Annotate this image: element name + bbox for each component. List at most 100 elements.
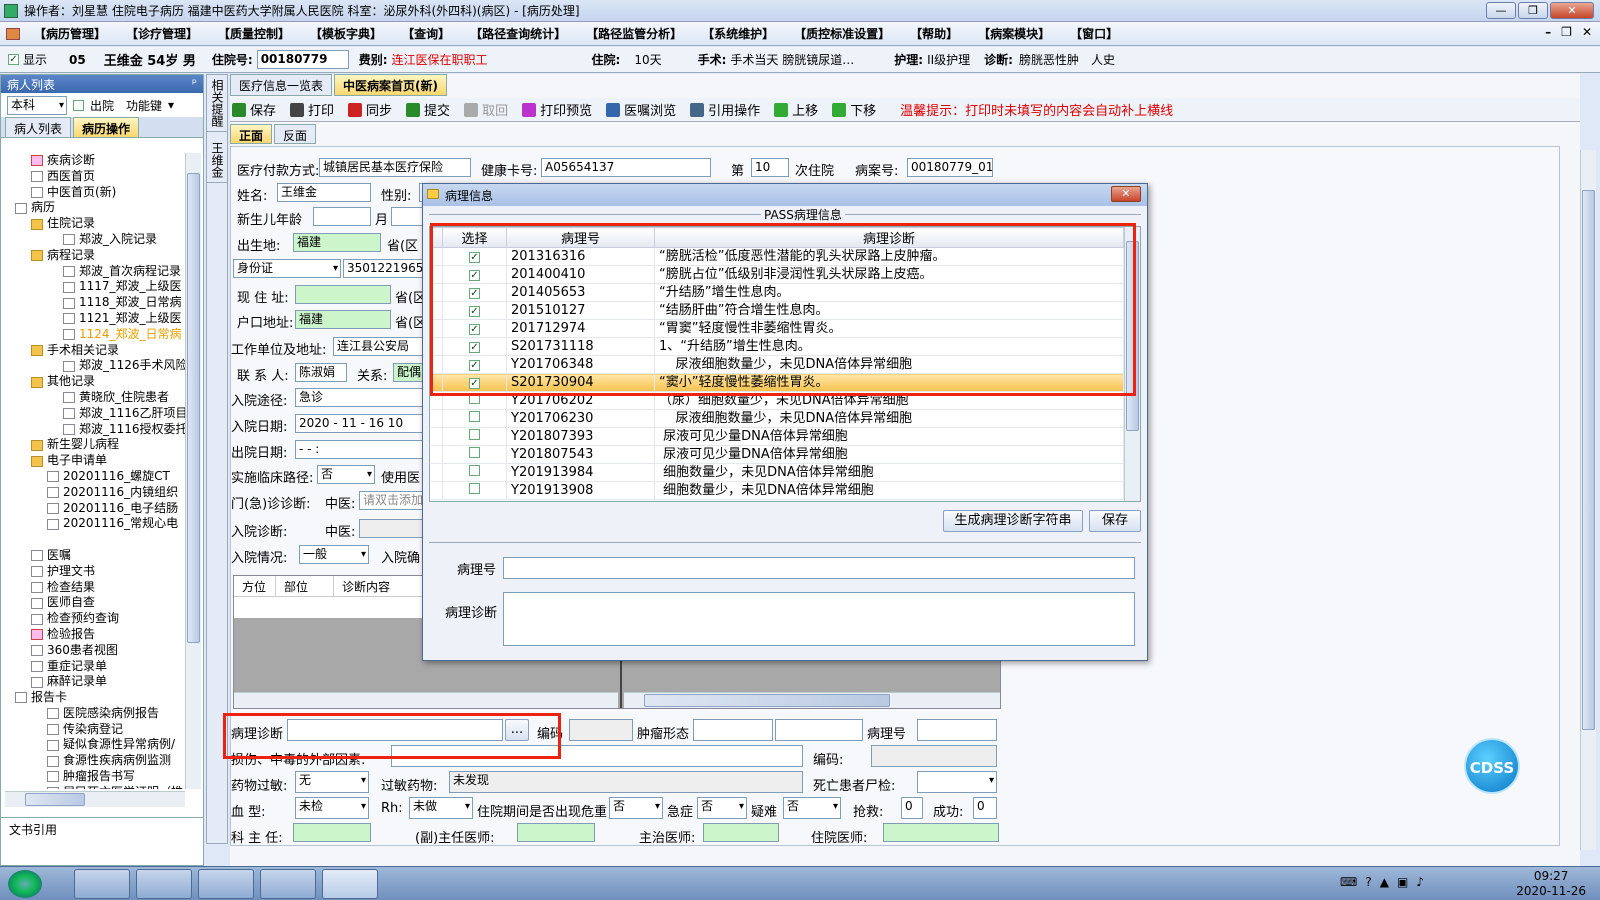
row-select-checkbox[interactable] (469, 447, 480, 458)
tree-item[interactable]: 检查预约查询 (5, 611, 187, 627)
cdss-button[interactable]: CDSS (1464, 738, 1520, 794)
tree-item[interactable]: 麻醉记录单 (5, 674, 187, 690)
tree-item[interactable]: 20201116_螺旋CT (5, 469, 187, 485)
menu-item-8[interactable]: 【质控标准设置】 (784, 25, 900, 42)
difficult-select[interactable]: 否 (783, 797, 841, 819)
menu-item-10[interactable]: 【病案模块】 (968, 25, 1060, 42)
path-dx-browse-button[interactable]: ... (505, 719, 529, 741)
table-hscroll-left[interactable] (234, 692, 618, 708)
card-field[interactable]: A05654137 (541, 158, 711, 177)
tree-item[interactable]: 20201116_电子结肠 (5, 501, 187, 517)
tree-item[interactable]: 检查结果 (5, 580, 187, 596)
tree-item[interactable]: 病历 (5, 200, 187, 216)
tree-item[interactable]: 医嘱 (5, 548, 187, 564)
tab-front[interactable]: 正面 (230, 124, 273, 144)
id-type-select[interactable]: 身份证 (233, 259, 341, 278)
table-row[interactable]: Y201913908 细胞数量少，未见DNA倍体异常细胞 (430, 481, 1124, 500)
table-row[interactable]: ✓ S201730904 “窦小”轻度慢性萎缩性胃炎。 (430, 373, 1124, 392)
tree-item[interactable]: 郑波_1116乙肝项目 (5, 406, 187, 422)
table-row[interactable]: Y201913984 细胞数量少，未见DNA倍体异常细胞 (430, 463, 1124, 482)
row-select-checkbox[interactable] (469, 429, 480, 440)
tree-item[interactable]: 新生婴儿病程 (5, 437, 187, 453)
tree-vscroll[interactable] (185, 153, 201, 789)
tree-item[interactable] (5, 532, 187, 548)
start-button[interactable] (8, 870, 42, 898)
table-row[interactable]: Y201807393 尿液可见少量DNA倍体异常细胞 (430, 427, 1124, 446)
table-row[interactable]: ✓ 201405653 “升结肠”增生性息肉。 (430, 283, 1124, 302)
taskbar-app-chart[interactable] (74, 869, 130, 899)
volume-icon[interactable]: ♪ (1416, 875, 1424, 889)
tree-item[interactable]: 1124_郑波_日常病 (5, 327, 187, 343)
menu-item-2[interactable]: 【质量控制】 (208, 25, 300, 42)
dept-select[interactable]: 本科 (7, 95, 67, 115)
tray-expand-icon[interactable]: ▲ (1380, 875, 1389, 889)
keyboard-icon[interactable]: ⌨ (1340, 875, 1357, 889)
tab-overview[interactable]: 医疗信息一览表 (230, 74, 333, 96)
danger-select[interactable]: 否 (609, 797, 663, 819)
row-select-checkbox[interactable]: ✓ (469, 324, 480, 335)
attending-field[interactable] (703, 823, 779, 842)
show-checkbox[interactable]: ✓ (8, 54, 19, 65)
tree-item[interactable]: 检验报告 (5, 627, 187, 643)
table-row[interactable]: ✓ 201316316 “膀胱活检”低度恶性潜能的乳头状尿路上皮肿瘤。 (430, 247, 1124, 266)
tree-item[interactable]: 郑波_1126手术风险 (5, 358, 187, 374)
pay-field[interactable]: 城镇居民基本医疗保险 (319, 158, 471, 177)
row-select-checkbox[interactable] (469, 483, 480, 494)
taskbar-app-folder[interactable] (198, 869, 254, 899)
menu-item-4[interactable]: 【查询】 (392, 25, 460, 42)
toolbar-button-1[interactable]: 打印 (290, 100, 334, 119)
tree-item[interactable]: 重症记录单 (5, 659, 187, 675)
contact-field[interactable]: 陈淑娟 (295, 363, 347, 382)
rh-select[interactable]: 未做 (409, 797, 473, 819)
name-field[interactable]: 王维金 (277, 183, 371, 202)
tree-item[interactable]: 360患者视图 (5, 643, 187, 659)
tab-patient-list[interactable]: 病人列表 (5, 117, 72, 137)
allergy-drug-field[interactable]: 未发现 (449, 771, 803, 793)
nth-field[interactable]: 10 (751, 158, 789, 177)
taskbar-app-database[interactable] (260, 869, 316, 899)
tree-item[interactable]: 黄晓欣_住院患者 (5, 390, 187, 406)
hukou-field[interactable]: 福建 (295, 310, 391, 329)
tree-item[interactable]: 报告卡 (5, 690, 187, 706)
table-hscroll-right[interactable] (624, 692, 1000, 708)
tab-back[interactable]: 反面 (274, 124, 317, 144)
toolbar-button-7[interactable]: 引用操作 (690, 100, 760, 119)
row-select-checkbox[interactable]: ✓ (469, 360, 480, 371)
newborn-age-field[interactable] (313, 207, 371, 226)
tree-item[interactable]: 西医首页 (5, 169, 187, 185)
dialog-close-button[interactable]: ✕ (1111, 186, 1141, 202)
allergy-select[interactable]: 无 (295, 771, 369, 793)
tree-item[interactable]: 20201116_内镜组织 (5, 485, 187, 501)
clinical-path-select[interactable]: 否 (317, 465, 375, 484)
tree-item[interactable]: 住院记录 (5, 216, 187, 232)
tree-hscroll[interactable] (5, 791, 185, 807)
menu-item-1[interactable]: 【诊疗管理】 (116, 25, 208, 42)
function-key-button[interactable]: 功能键 (126, 97, 162, 114)
row-select-checkbox[interactable]: ✓ (469, 342, 480, 353)
menu-item-3[interactable]: 【模板字典】 (300, 25, 392, 42)
admit-cond-select[interactable]: 一般 (299, 545, 369, 564)
toolbar-button-4[interactable]: 取回 (464, 100, 508, 119)
tree-item[interactable]: 其他记录 (5, 374, 187, 390)
toolbar-button-3[interactable]: 提交 (406, 100, 450, 119)
path-no-field[interactable] (917, 719, 997, 741)
tree-item[interactable]: 20201116_常规心电 (5, 516, 187, 532)
menu-item-9[interactable]: 【帮助】 (900, 25, 968, 42)
director-field[interactable] (293, 823, 371, 842)
rescue-field[interactable]: 0 (901, 797, 923, 819)
toolbar-button-2[interactable]: 同步 (348, 100, 392, 119)
autopsy-select[interactable] (917, 771, 997, 793)
menu-item-7[interactable]: 【系统维护】 (692, 25, 784, 42)
case-field[interactable]: 00180779_010 (907, 158, 993, 177)
dialog-save-button[interactable]: 保存 (1089, 510, 1141, 532)
tree-item[interactable]: 病程记录 (5, 248, 187, 264)
toolbar-button-0[interactable]: 保存 (232, 100, 276, 119)
taskbar-app-emr[interactable] (322, 869, 378, 899)
code2-field[interactable] (871, 745, 997, 767)
table-row[interactable]: ✓ Y201706348 尿液细胞数量少，未见DNA倍体异常细胞 (430, 355, 1124, 374)
tree-item[interactable]: 郑波_入院记录 (5, 232, 187, 248)
table-row[interactable]: ✓ 201712974 “胃窦”轻度慢性非萎缩性胃炎。 (430, 319, 1124, 338)
restore-button[interactable]: ❐ (1518, 2, 1548, 19)
pin-icon[interactable]: ᵖ (192, 76, 197, 90)
tree-item[interactable]: 护理文书 (5, 564, 187, 580)
